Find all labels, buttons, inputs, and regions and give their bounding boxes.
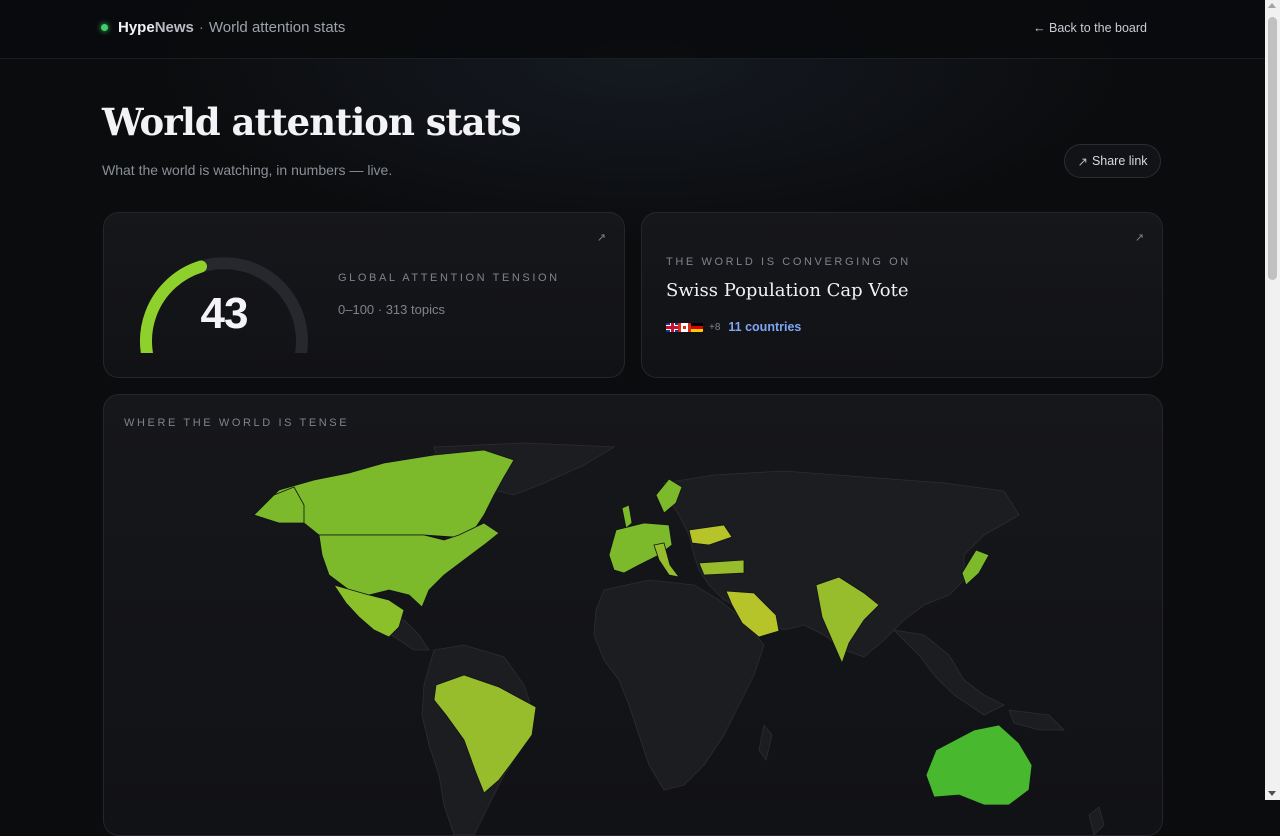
de-flag-icon <box>690 322 703 332</box>
share-link-label: Share link <box>1091 154 1148 168</box>
country-turkey <box>698 559 745 576</box>
tension-label: Global attention tension <box>338 272 560 284</box>
country-japan <box>961 549 990 586</box>
brand[interactable]: Hype News · World attention stats <box>101 19 345 36</box>
page-title: World attention stats <box>102 100 522 144</box>
expand-arrow-icon[interactable]: ↗ <box>597 231 606 244</box>
expand-arrow-icon[interactable]: ↗ <box>1135 231 1144 244</box>
countries-link[interactable]: 11 countries <box>728 320 801 334</box>
nz-land <box>1088 806 1105 835</box>
top-bar: Hype News · World attention stats ← Back … <box>0 0 1265 59</box>
scroll-up-icon[interactable] <box>1268 3 1276 8</box>
scroll-down-icon[interactable] <box>1268 791 1276 796</box>
tension-meta: 0–100 · 313 topics <box>338 302 445 317</box>
more-countries-count: +8 <box>709 321 721 333</box>
page-subtitle: What the world is watching, in numbers —… <box>102 162 393 178</box>
seasia-land <box>892 629 1005 716</box>
converging-card[interactable]: ↗ The world is converging on Swiss Popul… <box>641 212 1163 378</box>
brand-news: News <box>154 19 194 36</box>
ca-flag-icon <box>678 322 691 332</box>
world-map[interactable] <box>104 395 1162 835</box>
converging-topic[interactable]: Swiss Population Cap Vote <box>666 280 908 301</box>
country-row: +8 11 countries <box>666 320 801 334</box>
newguinea-land <box>1008 709 1065 731</box>
country-australia <box>925 724 1033 806</box>
brand-hype: Hype <box>118 19 155 36</box>
live-dot-icon <box>101 24 108 31</box>
page-scrollbar[interactable] <box>1265 0 1280 800</box>
nav-page-name: World attention stats <box>208 19 346 36</box>
country-uk <box>621 504 633 529</box>
madagascar-land <box>758 724 773 761</box>
tension-map-card: Where the world is tense <box>103 394 1163 836</box>
tension-value: 43 <box>200 289 249 338</box>
brand-separator: · <box>198 19 204 36</box>
converging-label: The world is converging on <box>666 256 911 268</box>
tension-card[interactable]: ↗ 43 Global attention tension 0–100 · 31… <box>103 212 625 378</box>
back-to-board-link[interactable]: ← Back to the board <box>1033 21 1147 35</box>
scroll-thumb[interactable] <box>1268 17 1277 280</box>
share-arrow-icon: ↗ <box>1077 154 1088 169</box>
share-link-button[interactable]: ↗ Share link <box>1064 144 1161 178</box>
